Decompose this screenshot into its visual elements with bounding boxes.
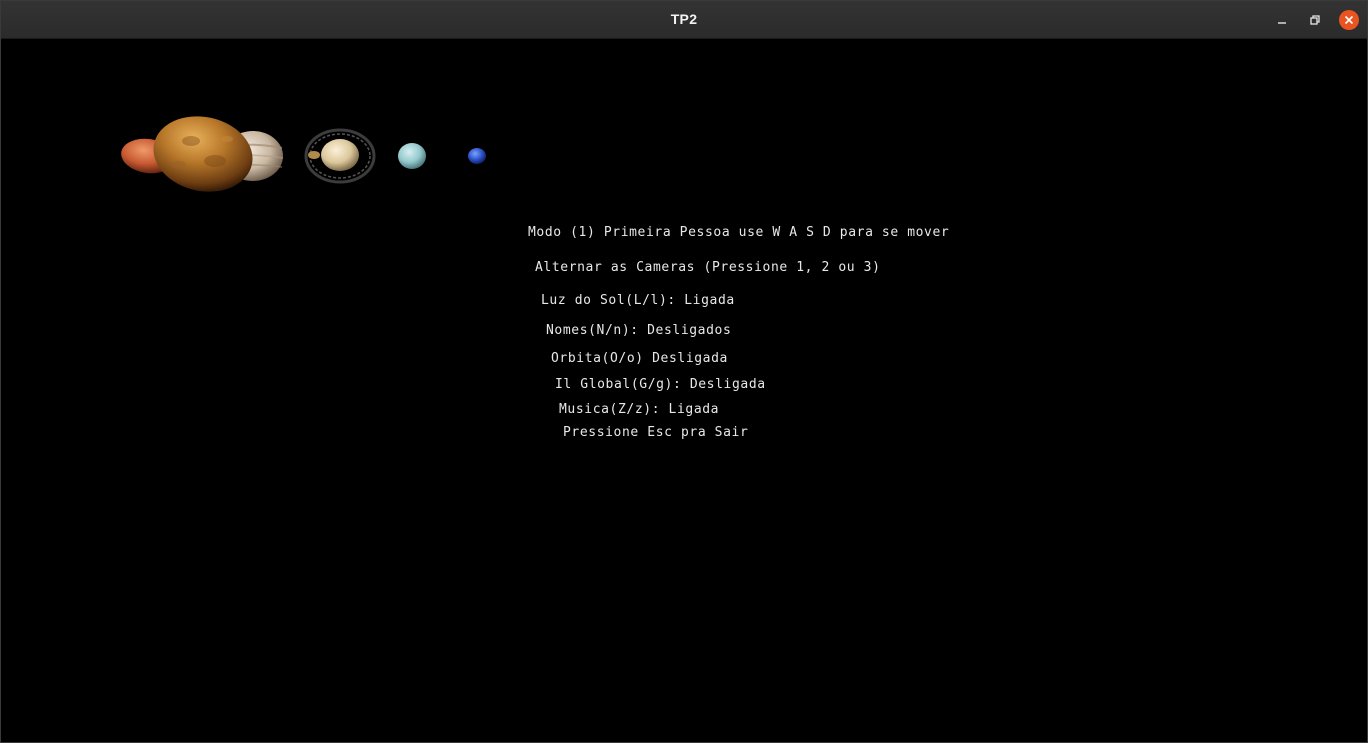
planet-saturn bbox=[304, 128, 376, 184]
planet-neptune bbox=[468, 148, 486, 164]
hud-orbit-text: Orbita(O/o) Desligada bbox=[551, 351, 728, 366]
hud-music-text: Musica(Z/z): Ligada bbox=[559, 402, 720, 417]
minimize-icon bbox=[1278, 22, 1286, 24]
close-button[interactable] bbox=[1339, 10, 1359, 30]
app-window: TP2 Modo (1) Primeira Pessoa use W A S D… bbox=[0, 0, 1368, 743]
hud-exit-text: Pressione Esc pra Sair bbox=[563, 425, 749, 440]
minimize-button[interactable] bbox=[1272, 10, 1292, 30]
hud-mode-text: Modo (1) Primeira Pessoa use W A S D par… bbox=[528, 225, 950, 240]
restore-icon bbox=[1310, 15, 1320, 25]
close-icon bbox=[1344, 15, 1354, 25]
hud-global-light-text: Il Global(G/g): Desligada bbox=[555, 377, 766, 392]
planet-venus bbox=[153, 116, 253, 192]
planets-scene bbox=[121, 116, 486, 192]
hud-sunlight-text: Luz do Sol(L/l): Ligada bbox=[541, 293, 735, 308]
hud-cameras-text: Alternar as Cameras (Pressione 1, 2 ou 3… bbox=[535, 260, 881, 275]
planet-uranus bbox=[398, 143, 426, 169]
maximize-button[interactable] bbox=[1305, 10, 1325, 30]
window-title: TP2 bbox=[670, 11, 698, 27]
opengl-viewport[interactable]: Modo (1) Primeira Pessoa use W A S D par… bbox=[1, 39, 1367, 742]
title-bar[interactable]: TP2 bbox=[1, 1, 1367, 39]
hud-names-text: Nomes(N/n): Desligados bbox=[546, 323, 732, 338]
